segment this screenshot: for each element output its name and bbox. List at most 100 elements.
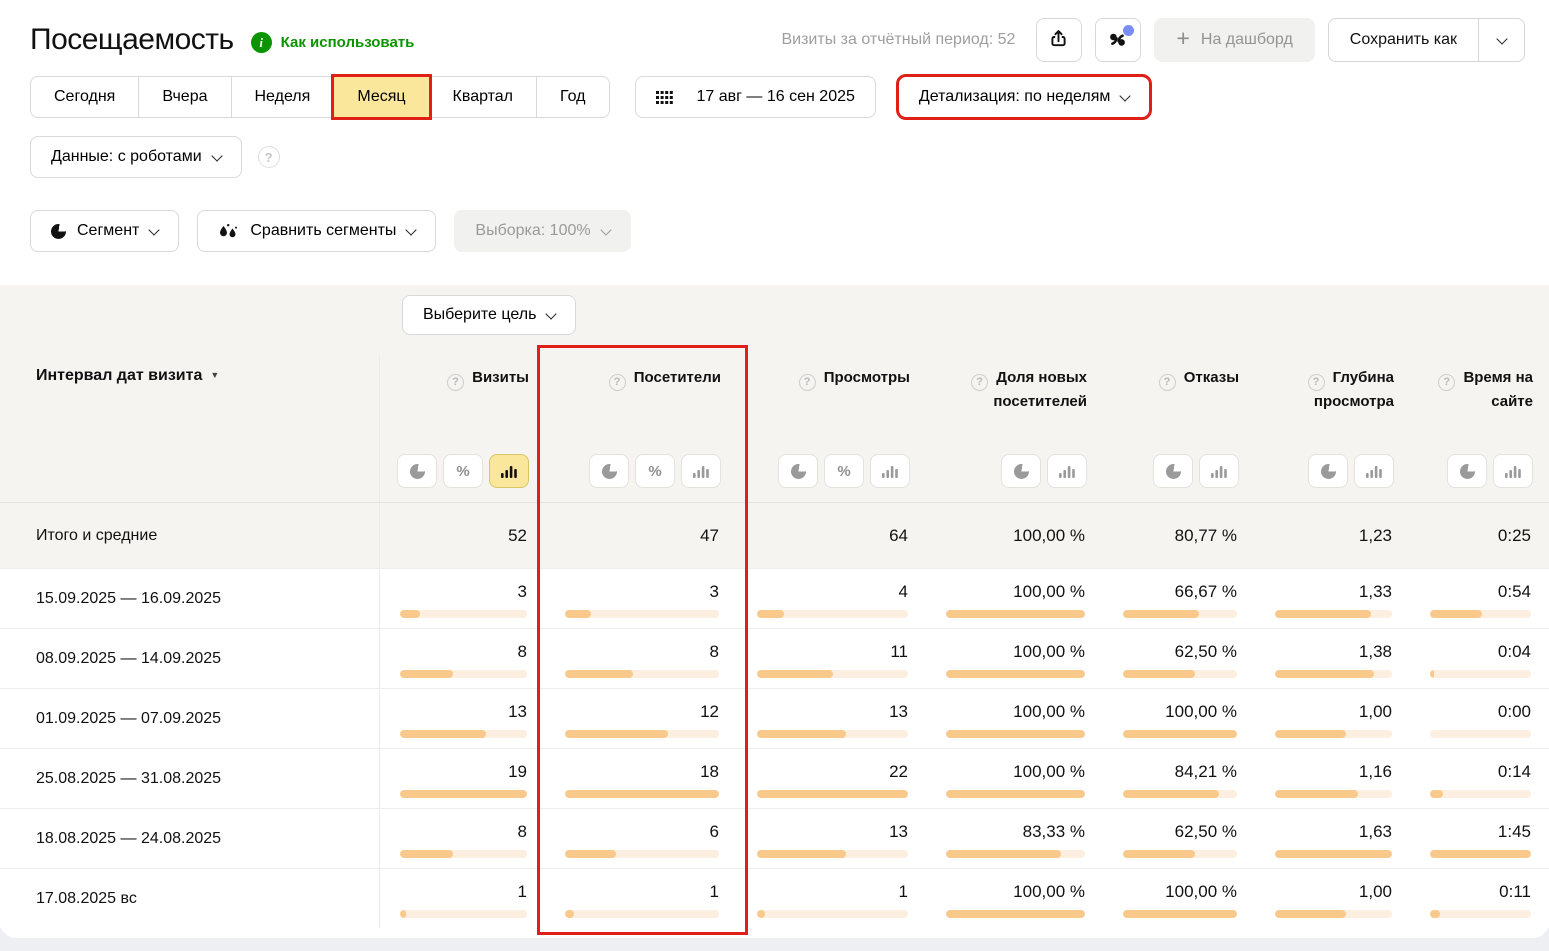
percent-toggle[interactable]: % <box>824 454 864 488</box>
pie-toggle[interactable] <box>589 454 629 488</box>
help-icon[interactable]: ? <box>258 146 280 168</box>
period-tabs: СегодняВчераНеделяМесяцКварталГод <box>30 76 610 118</box>
metric-cell: 0:11 <box>1410 869 1549 928</box>
mini-bar <box>400 670 527 678</box>
help-icon[interactable]: ? <box>1308 374 1325 391</box>
mini-bar <box>565 850 719 858</box>
mini-bar <box>1430 730 1531 738</box>
pie-toggle[interactable] <box>1447 454 1487 488</box>
help-icon[interactable]: ? <box>447 374 464 391</box>
metric-cell: 8 <box>380 809 545 868</box>
metric-cell: 0:25 <box>1410 503 1549 568</box>
mini-bar <box>1275 850 1392 858</box>
mini-bar <box>946 730 1085 738</box>
sampling-button[interactable]: Выборка: 100% <box>454 210 630 252</box>
metric-value: 1,16 <box>1359 761 1392 783</box>
metric-cell: 100,00 % <box>926 629 1103 688</box>
row-label: 18.08.2025 — 24.08.2025 <box>0 809 380 868</box>
metric-cell: 22 <box>737 749 926 808</box>
metric-cell: 1 <box>545 869 737 928</box>
metric-value: 83,33 % <box>1023 821 1085 843</box>
metric-value: 100,00 % <box>1013 881 1085 903</box>
mini-bar <box>757 610 908 618</box>
percent-toggle[interactable]: % <box>443 454 483 488</box>
comments-button[interactable] <box>1095 18 1141 62</box>
table-row[interactable]: 17.08.2025 вс111100,00 %100,00 %1,000:11 <box>0 868 1549 928</box>
mini-bar <box>1430 910 1531 918</box>
help-icon[interactable]: ? <box>799 374 816 391</box>
goal-select-button[interactable]: Выберите цель <box>402 295 576 335</box>
pie-toggle[interactable] <box>1001 454 1041 488</box>
date-range-button[interactable]: 17 авг — 16 сен 2025 <box>635 76 876 118</box>
bars-toggle[interactable] <box>1354 454 1394 488</box>
bars-toggle[interactable] <box>1199 454 1239 488</box>
mini-bar <box>1430 790 1531 798</box>
table-row[interactable]: 18.08.2025 — 24.08.2025861383,33 %62,50 … <box>0 808 1549 868</box>
metric-value: 3 <box>710 581 719 603</box>
mini-bar <box>757 910 908 918</box>
column-label: Отказы <box>1184 369 1239 386</box>
table-row[interactable]: 25.08.2025 — 31.08.2025191822100,00 %84,… <box>0 748 1549 808</box>
row-label: Итого и средние <box>0 503 380 568</box>
metric-value: 18 <box>700 761 719 783</box>
bars-toggle[interactable] <box>1047 454 1087 488</box>
bars-toggle[interactable] <box>870 454 910 488</box>
pie-toggle[interactable] <box>1308 454 1348 488</box>
segment-button[interactable]: Сегмент <box>30 210 179 252</box>
period-tab-0[interactable]: Сегодня <box>30 76 139 118</box>
detalization-button[interactable]: Детализация: по неделям <box>898 76 1151 118</box>
help-icon[interactable]: ? <box>971 374 988 391</box>
bars-toggle[interactable] <box>489 454 529 488</box>
table-row[interactable]: 08.09.2025 — 14.09.20258811100,00 %62,50… <box>0 628 1549 688</box>
bars-toggle[interactable] <box>681 454 721 488</box>
calendar-grid-icon <box>656 91 673 104</box>
interval-column-header[interactable]: Интервал дат визита▼ <box>0 355 380 502</box>
totals-row[interactable]: Итого и средние524764100,00 %80,77 %1,23… <box>0 502 1549 568</box>
help-icon[interactable]: ? <box>1159 374 1176 391</box>
column-label: Визиты <box>472 369 529 386</box>
percent-toggle[interactable]: % <box>635 454 675 488</box>
pie-chart-icon <box>1321 464 1336 479</box>
help-icon[interactable]: ? <box>609 374 626 391</box>
mini-bar <box>565 670 719 678</box>
period-tab-5[interactable]: Год <box>536 76 609 118</box>
export-button[interactable] <box>1036 18 1082 62</box>
compare-segments-button[interactable]: Сравнить сегменты <box>197 210 436 252</box>
column-header-3: ? Доля новых посетителей <box>926 355 1103 502</box>
add-to-dashboard-button[interactable]: + На дашборд <box>1154 18 1314 62</box>
metrica-traffic-report: Посещаемость i Как использовать Визиты з… <box>0 0 1549 938</box>
period-tab-4[interactable]: Квартал <box>429 76 537 118</box>
save-as-button[interactable]: Сохранить как <box>1328 18 1525 62</box>
metric-cell: 6 <box>545 809 737 868</box>
metric-value: 100,00 % <box>1165 701 1237 723</box>
table-row[interactable]: 01.09.2025 — 07.09.2025131213100,00 %100… <box>0 688 1549 748</box>
period-tab-2[interactable]: Неделя <box>231 76 335 118</box>
pie-chart-icon <box>1460 464 1475 479</box>
metric-cell: 47 <box>545 503 737 568</box>
metric-value: 47 <box>700 525 719 547</box>
display-toggles: % <box>397 454 529 488</box>
pie-toggle[interactable] <box>778 454 818 488</box>
metric-cell: 100,00 % <box>1103 869 1255 928</box>
how-to-use-link[interactable]: Как использовать <box>281 34 415 51</box>
metric-value: 4 <box>899 581 908 603</box>
pie-toggle[interactable] <box>397 454 437 488</box>
segment-row: Сегмент Сравнить сегменты Выборка: 100% <box>30 210 1549 252</box>
bars-toggle[interactable] <box>1493 454 1533 488</box>
table-row[interactable]: 15.09.2025 — 16.09.2025334100,00 %66,67 … <box>0 568 1549 628</box>
save-as-chevron[interactable] <box>1478 19 1524 61</box>
display-toggles <box>1308 454 1394 488</box>
period-tab-1[interactable]: Вчера <box>138 76 231 118</box>
metric-cell: 100,00 % <box>926 689 1103 748</box>
metric-value: 0:14 <box>1498 761 1531 783</box>
period-tab-3[interactable]: Месяц <box>333 76 429 118</box>
metric-cell: 0:54 <box>1410 569 1549 628</box>
metric-cell: 3 <box>380 569 545 628</box>
data-mode-button[interactable]: Данные: с роботами <box>30 136 242 178</box>
metric-cell: 19 <box>380 749 545 808</box>
chevron-down-icon <box>406 224 417 235</box>
metric-value: 80,77 % <box>1175 525 1237 547</box>
help-icon[interactable]: ? <box>1438 374 1455 391</box>
metric-cell: 11 <box>737 629 926 688</box>
pie-toggle[interactable] <box>1153 454 1193 488</box>
